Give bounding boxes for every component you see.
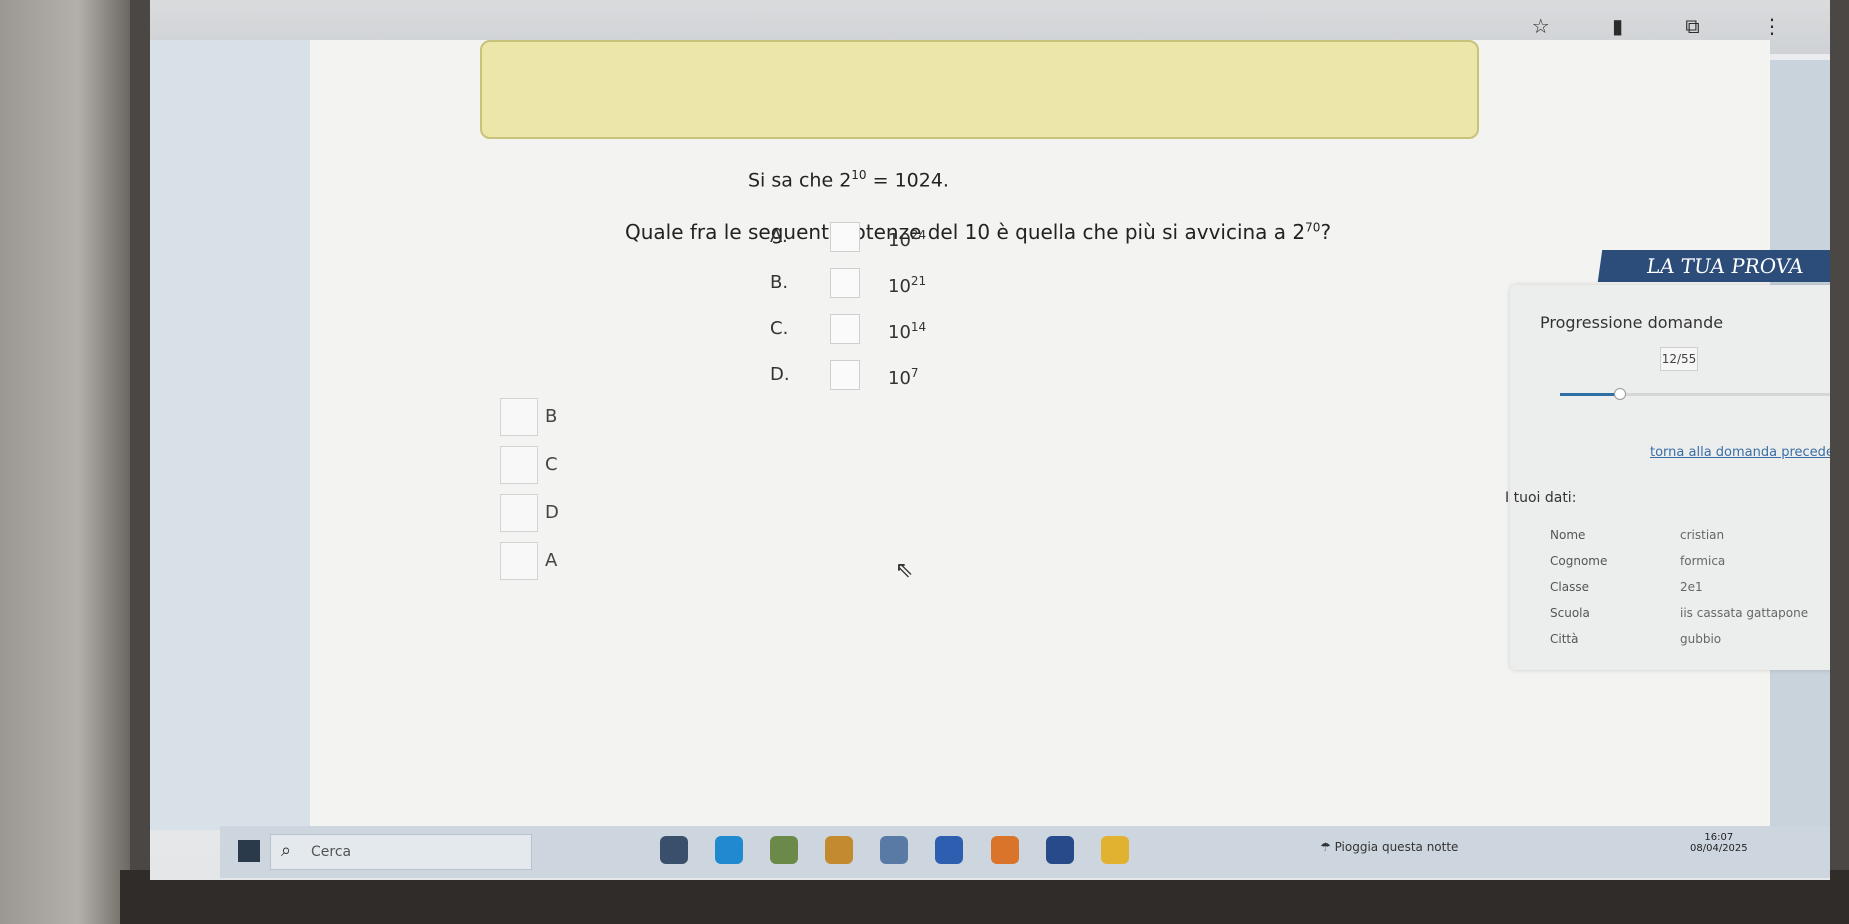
answer-checkbox[interactable] xyxy=(500,542,538,580)
option-letter: A. xyxy=(770,226,788,247)
previous-question-link[interactable]: torna alla domanda precedente xyxy=(1650,445,1830,460)
question-main-exp: 70 xyxy=(1305,220,1321,235)
user-data-title: I tuoi dati: xyxy=(1505,490,1577,506)
option-letter: C. xyxy=(770,318,789,339)
answer-choice-a[interactable]: A xyxy=(500,542,580,582)
system-clock[interactable]: 16:07 08/04/2025 xyxy=(1690,832,1748,854)
progress-count: 12/55 xyxy=(1660,347,1698,371)
shield-icon[interactable] xyxy=(1045,836,1074,864)
weather-text: Pioggia questa notte xyxy=(1334,840,1459,854)
weather-widget[interactable]: ☂ Pioggia questa notte xyxy=(1320,840,1458,854)
firefox-icon[interactable] xyxy=(990,836,1019,864)
search-icon: ⌕ xyxy=(281,840,292,861)
page-margin-left xyxy=(150,40,310,830)
question-intro: Si sa che 210 = 1024. xyxy=(748,168,949,191)
taskbar: ⌕ Cerca ☂ Pioggia questa notte 16:07 08/… xyxy=(220,826,1830,878)
answer-label: B xyxy=(545,406,558,427)
answer-choice-c[interactable]: C xyxy=(500,446,580,486)
browser-toolbar-icons[interactable]: ☆ ▮ ⧉ ⋮ xyxy=(1532,14,1810,38)
option-value: 1024 xyxy=(888,228,927,251)
windows-start-icon[interactable] xyxy=(238,840,260,862)
taskbar-apps xyxy=(660,836,1151,868)
option-letter: D. xyxy=(770,364,790,385)
app-icon[interactable] xyxy=(770,836,799,864)
option-letter: B. xyxy=(770,272,789,293)
progress-title: Progressione domande xyxy=(1540,313,1724,332)
background-left xyxy=(0,0,130,924)
clock-time: 16:07 xyxy=(1704,832,1734,843)
highlight-box xyxy=(480,40,1479,139)
taskbar-search-input[interactable]: ⌕ Cerca xyxy=(270,834,532,870)
question-intro-text: Si sa che xyxy=(748,169,834,192)
option-value: 1021 xyxy=(888,274,927,297)
question-main-end: ? xyxy=(1320,220,1332,244)
question-main-base: 2 xyxy=(1292,220,1306,244)
edge-icon[interactable] xyxy=(715,836,744,864)
answer-checkbox[interactable] xyxy=(500,398,538,436)
option-value: 1014 xyxy=(888,320,927,343)
search-placeholder: Cerca xyxy=(311,844,352,860)
question-main-text: Quale fra le seguenti potenze del 10 è q… xyxy=(625,220,1287,244)
option-value: 107 xyxy=(888,366,919,389)
folder-icon[interactable] xyxy=(825,836,854,864)
answer-checkbox[interactable] xyxy=(500,494,538,532)
option-checkbox[interactable] xyxy=(830,314,860,344)
screen: ☆ ▮ ⧉ ⋮ Si sa che 210 = 1024. Quale fra … xyxy=(150,0,1830,880)
answer-label: C xyxy=(545,454,558,475)
answer-label: D xyxy=(545,502,559,523)
answer-choice-b[interactable]: B xyxy=(500,398,580,438)
answer-choice-d[interactable]: D xyxy=(500,494,580,534)
answer-checkbox[interactable] xyxy=(500,446,538,484)
progress-fill xyxy=(1560,393,1620,396)
question-intro-base: 2 xyxy=(839,169,852,192)
question-intro-result: = 1024. xyxy=(872,169,949,192)
option-checkbox[interactable] xyxy=(830,222,860,252)
progress-knob xyxy=(1614,388,1627,400)
app-icon[interactable] xyxy=(880,836,909,864)
chrome-icon[interactable] xyxy=(1100,836,1129,864)
option-checkbox[interactable] xyxy=(830,268,860,298)
sidebar-banner: LA TUA PROVA xyxy=(1597,250,1830,282)
task-view-icon[interactable] xyxy=(660,836,688,864)
clock-date: 08/04/2025 xyxy=(1690,843,1748,854)
question-intro-exp: 10 xyxy=(851,168,867,182)
quiz-page: Si sa che 210 = 1024. Quale fra le segue… xyxy=(310,40,1830,830)
sidebar-panel: Progressione domande 12/55 torna alla do… xyxy=(1505,285,1830,670)
answer-label: A xyxy=(545,550,558,571)
mouse-cursor-icon: ⇖ xyxy=(895,558,914,583)
progress-bar xyxy=(1560,388,1830,400)
app-icon[interactable] xyxy=(935,836,964,864)
question-text: Quale fra le seguenti potenze del 10 è q… xyxy=(625,220,1331,244)
weather-icon: ☂ xyxy=(1320,840,1335,854)
option-checkbox[interactable] xyxy=(830,360,860,390)
